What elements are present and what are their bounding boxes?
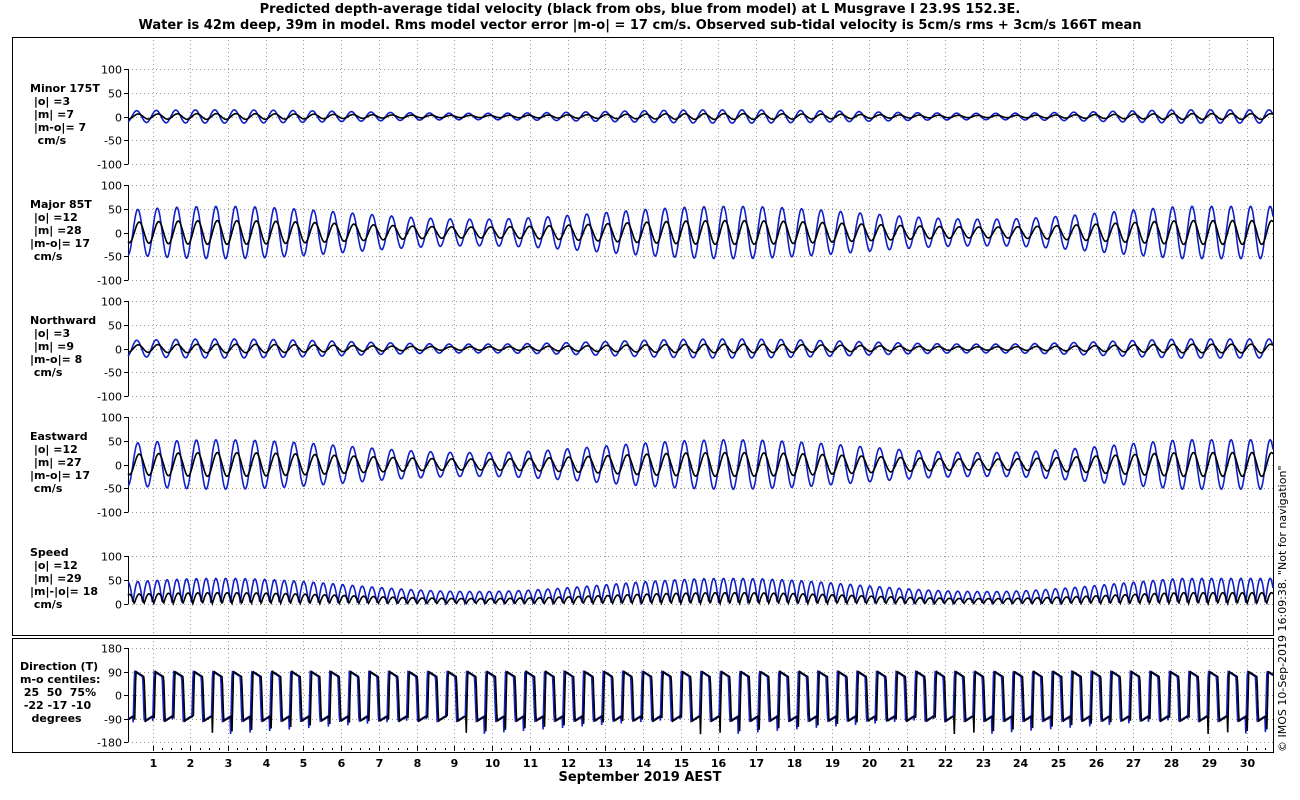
east-y-tick-label: -50 bbox=[104, 483, 122, 496]
speed-label-line: cm/s bbox=[30, 598, 63, 611]
x-tick-label: 26 bbox=[1089, 757, 1105, 770]
speed-label-line: |m| =29 bbox=[30, 572, 82, 585]
major-y-tick-label: 100 bbox=[101, 180, 122, 193]
east-label-line: |o| =12 bbox=[30, 443, 78, 456]
x-tick-label: 9 bbox=[451, 757, 459, 770]
major-y-tick-label: 0 bbox=[115, 228, 122, 241]
x-tick-label: 23 bbox=[976, 757, 991, 770]
dir-label-line: degrees bbox=[20, 712, 82, 725]
minor-label-line: |o| =3 bbox=[30, 95, 71, 108]
speed-label-line: |o| =12 bbox=[30, 559, 78, 572]
x-tick-label: 20 bbox=[862, 757, 878, 770]
east-label-line: cm/s bbox=[30, 482, 63, 495]
speed-panel-label: Speed |o| =12 |m| =29 |m|-|o|= 18 cm/s bbox=[30, 546, 98, 611]
north-y-tick-label: -50 bbox=[104, 367, 122, 380]
dir-label-line: Direction (T) bbox=[20, 660, 99, 673]
x-tick-label: 3 bbox=[225, 757, 233, 770]
x-tick-label: 15 bbox=[674, 757, 689, 770]
minor-label-line: |m| =7 bbox=[30, 108, 75, 121]
x-tick-label: 17 bbox=[749, 757, 764, 770]
dir-y-tick-label: -180 bbox=[97, 737, 122, 750]
dir-panel-label: Direction (T) m-o centiles: 25 50 75% -22… bbox=[20, 660, 100, 725]
x-tick-label: 5 bbox=[300, 757, 308, 770]
dir-y-tick-label: 90 bbox=[108, 667, 122, 680]
minor-label-line: cm/s bbox=[30, 134, 67, 147]
east-panel-label: Eastward |o| =12 |m| =27 |m-o|= 17 cm/s bbox=[30, 430, 90, 495]
speed-y-tick-label: 0 bbox=[115, 599, 122, 612]
north-label-line: cm/s bbox=[30, 366, 63, 379]
major-label-line: |m-o|= 17 bbox=[30, 237, 90, 250]
minor-label-line: Minor 175T bbox=[30, 82, 100, 95]
east-y-tick-label: 50 bbox=[108, 436, 122, 449]
x-tick-label: 18 bbox=[787, 757, 802, 770]
dir-y-tick-label: -90 bbox=[104, 714, 122, 727]
x-tick-label: 29 bbox=[1202, 757, 1217, 770]
north-y-tick-label: 50 bbox=[108, 320, 122, 333]
east-label-line: |m-o|= 17 bbox=[30, 469, 90, 482]
east-label-line: |m| =27 bbox=[30, 456, 82, 469]
dir-y-tick-label: 0 bbox=[115, 690, 122, 703]
x-axis-label: September 2019 AEST bbox=[558, 770, 722, 785]
speed-y-tick-label: 50 bbox=[108, 575, 122, 588]
x-tick-label: 16 bbox=[711, 757, 727, 770]
minor-y-tick-label: -50 bbox=[104, 135, 122, 148]
dir-y-tick-label: 180 bbox=[101, 643, 122, 656]
east-label-line: Eastward bbox=[30, 430, 88, 443]
north-label-line: Northward bbox=[30, 314, 97, 327]
x-tick-label: 11 bbox=[523, 757, 538, 770]
x-tick-label: 10 bbox=[485, 757, 501, 770]
major-panel-label: Major 85T |o| =12 |m| =28 |m-o|= 17 cm/s bbox=[30, 198, 92, 263]
x-tick-label: 28 bbox=[1164, 757, 1179, 770]
x-tick-label: 2 bbox=[187, 757, 195, 770]
minor-panel-label: Minor 175T |o| =3 |m| =7 |m-o|= 7 cm/s bbox=[30, 82, 100, 147]
speed-label-line: Speed bbox=[30, 546, 69, 559]
north-y-tick-label: -100 bbox=[97, 391, 122, 404]
north-y-tick-label: 0 bbox=[115, 344, 122, 357]
x-tick-label: 6 bbox=[338, 757, 346, 770]
dir-label-line: -22 -17 -10 bbox=[20, 699, 92, 712]
north-label-line: |o| =3 bbox=[30, 327, 71, 340]
x-tick-label: 24 bbox=[1013, 757, 1029, 770]
speed-label-line: |m|-|o|= 18 bbox=[30, 585, 99, 598]
north-y-tick-label: 100 bbox=[101, 296, 122, 309]
speed-y-tick-label: 100 bbox=[101, 551, 122, 564]
x-tick-label: 8 bbox=[414, 757, 422, 770]
x-tick-label: 1 bbox=[150, 757, 158, 770]
major-y-tick-label: -100 bbox=[97, 275, 122, 288]
major-y-tick-label: -50 bbox=[104, 251, 122, 264]
north-label-line: |m-o|= 8 bbox=[30, 353, 83, 366]
speed-model-series bbox=[127, 577, 1274, 606]
major-label-line: cm/s bbox=[30, 250, 63, 263]
minor-y-tick-label: -100 bbox=[97, 159, 122, 172]
minor-y-tick-label: 0 bbox=[115, 112, 122, 125]
east-y-tick-label: 0 bbox=[115, 460, 122, 473]
x-tick-label: 30 bbox=[1240, 757, 1256, 770]
north-panel-label: Northward |o| =3 |m| =9 |m-o|= 8 cm/s bbox=[30, 314, 96, 379]
x-tick-label: 12 bbox=[561, 757, 576, 770]
x-tick-label: 21 bbox=[900, 757, 915, 770]
dir-label-line: 25 50 75% bbox=[20, 686, 97, 699]
x-tick-label: 4 bbox=[263, 757, 271, 770]
major-label-line: Major 85T bbox=[30, 198, 92, 211]
x-tick-label: 27 bbox=[1126, 757, 1141, 770]
north-label-line: |m| =9 bbox=[30, 340, 75, 353]
minor-label-line: |m-o|= 7 bbox=[30, 121, 87, 134]
x-tick-label: 22 bbox=[938, 757, 953, 770]
major-y-tick-label: 50 bbox=[108, 204, 122, 217]
minor-y-tick-label: 50 bbox=[108, 88, 122, 101]
minor-y-tick-label: 100 bbox=[101, 64, 122, 77]
tidal-velocity-chart: 1 2 3 4 5 6 7 8 9 10 11 12 13 14 15 16 17 18 19 20 21 22 23 24 2… bbox=[12, 37, 1274, 770]
east-y-tick-label: -100 bbox=[97, 507, 122, 520]
credit-text: © IMOS 10-Sep-2019 16:09:38. "Not for na… bbox=[1276, 465, 1289, 752]
major-label-line: |m| =28 bbox=[30, 224, 82, 237]
x-tick-label: 13 bbox=[598, 757, 613, 770]
major-label-line: |o| =12 bbox=[30, 211, 78, 224]
x-tick-label: 14 bbox=[636, 757, 652, 770]
x-tick-label: 19 bbox=[825, 757, 840, 770]
east-y-tick-label: 100 bbox=[101, 412, 122, 425]
x-tick-label: 25 bbox=[1051, 757, 1066, 770]
dir-label-line: m-o centiles: bbox=[20, 673, 101, 686]
x-tick-label: 7 bbox=[376, 757, 384, 770]
